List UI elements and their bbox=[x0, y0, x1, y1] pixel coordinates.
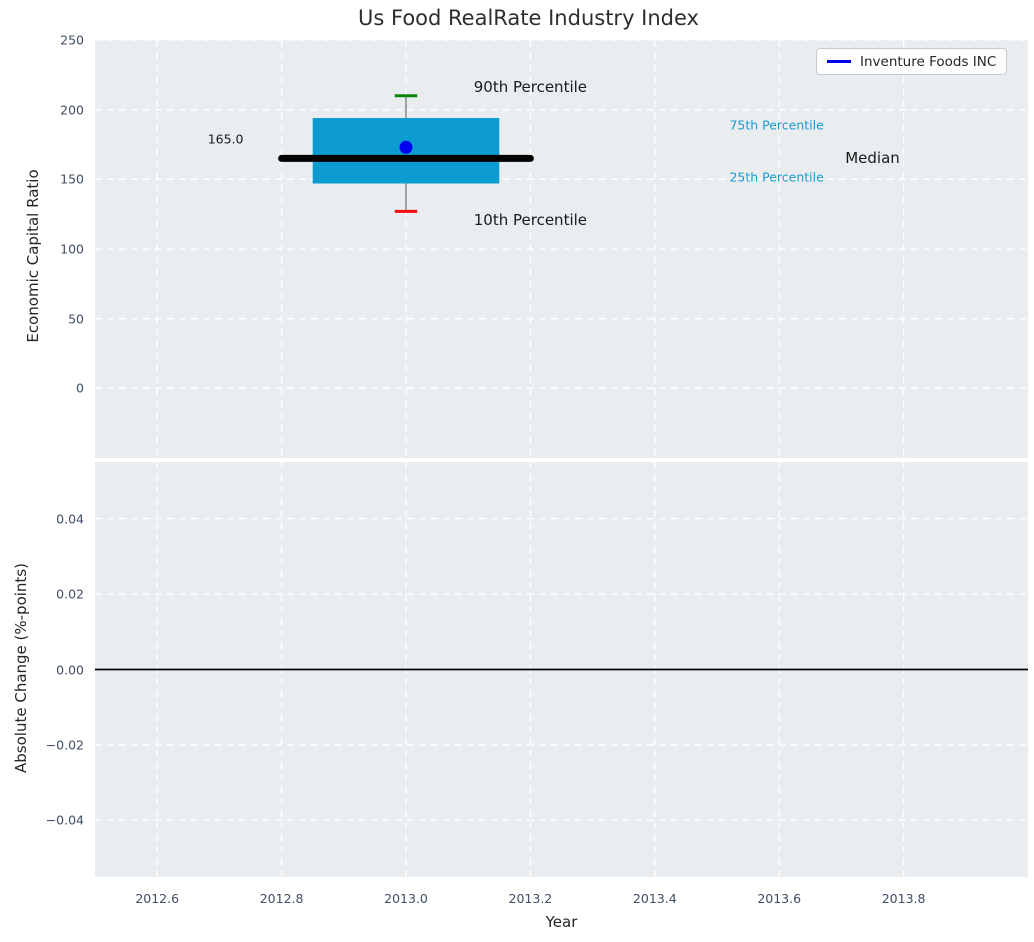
ytick-bottom: 0.02 bbox=[56, 586, 84, 602]
legend: Inventure Foods INC bbox=[816, 48, 1008, 75]
xtick: 2012.6 bbox=[135, 891, 180, 906]
ytick-bottom: −0.04 bbox=[45, 812, 84, 828]
p75-label: 75th Percentile bbox=[729, 117, 824, 133]
xtick: 2012.8 bbox=[259, 891, 304, 906]
ytick-bottom: 0.00 bbox=[56, 662, 84, 677]
legend-label: Inventure Foods INC bbox=[860, 53, 997, 70]
median-value: 165.0 bbox=[207, 131, 244, 147]
xtick: 2013.6 bbox=[757, 891, 802, 906]
ytick-bottom: 0.04 bbox=[56, 511, 84, 527]
ytick-top: 50 bbox=[68, 311, 84, 327]
xtick: 2013.8 bbox=[881, 891, 926, 906]
ytick-top: 150 bbox=[60, 171, 84, 187]
median-label: Median bbox=[845, 149, 900, 168]
xtick: 2013.0 bbox=[384, 891, 428, 906]
xtick: 2013.2 bbox=[508, 891, 553, 906]
ytick-top: 200 bbox=[60, 102, 84, 118]
p90-label: 90th Percentile bbox=[473, 78, 588, 97]
chart-title: Us Food RealRate Industry Index bbox=[358, 6, 699, 30]
ytick-top: 250 bbox=[60, 32, 84, 48]
axes-economic-capital-ratio bbox=[95, 40, 1028, 458]
p25-label: 25th Percentile bbox=[729, 169, 824, 185]
x-axis-label: Year bbox=[545, 913, 578, 931]
legend-line-icon bbox=[827, 60, 851, 63]
ytick-bottom: −0.02 bbox=[45, 737, 84, 753]
figure: Us Food RealRate Industry Index Economic… bbox=[0, 0, 1034, 942]
ytick-top: 0 bbox=[76, 380, 84, 396]
ytick-top: 100 bbox=[60, 241, 84, 257]
p10-label: 10th Percentile bbox=[473, 210, 588, 229]
xtick: 2013.4 bbox=[632, 891, 677, 906]
axes-absolute-change bbox=[95, 462, 1028, 877]
